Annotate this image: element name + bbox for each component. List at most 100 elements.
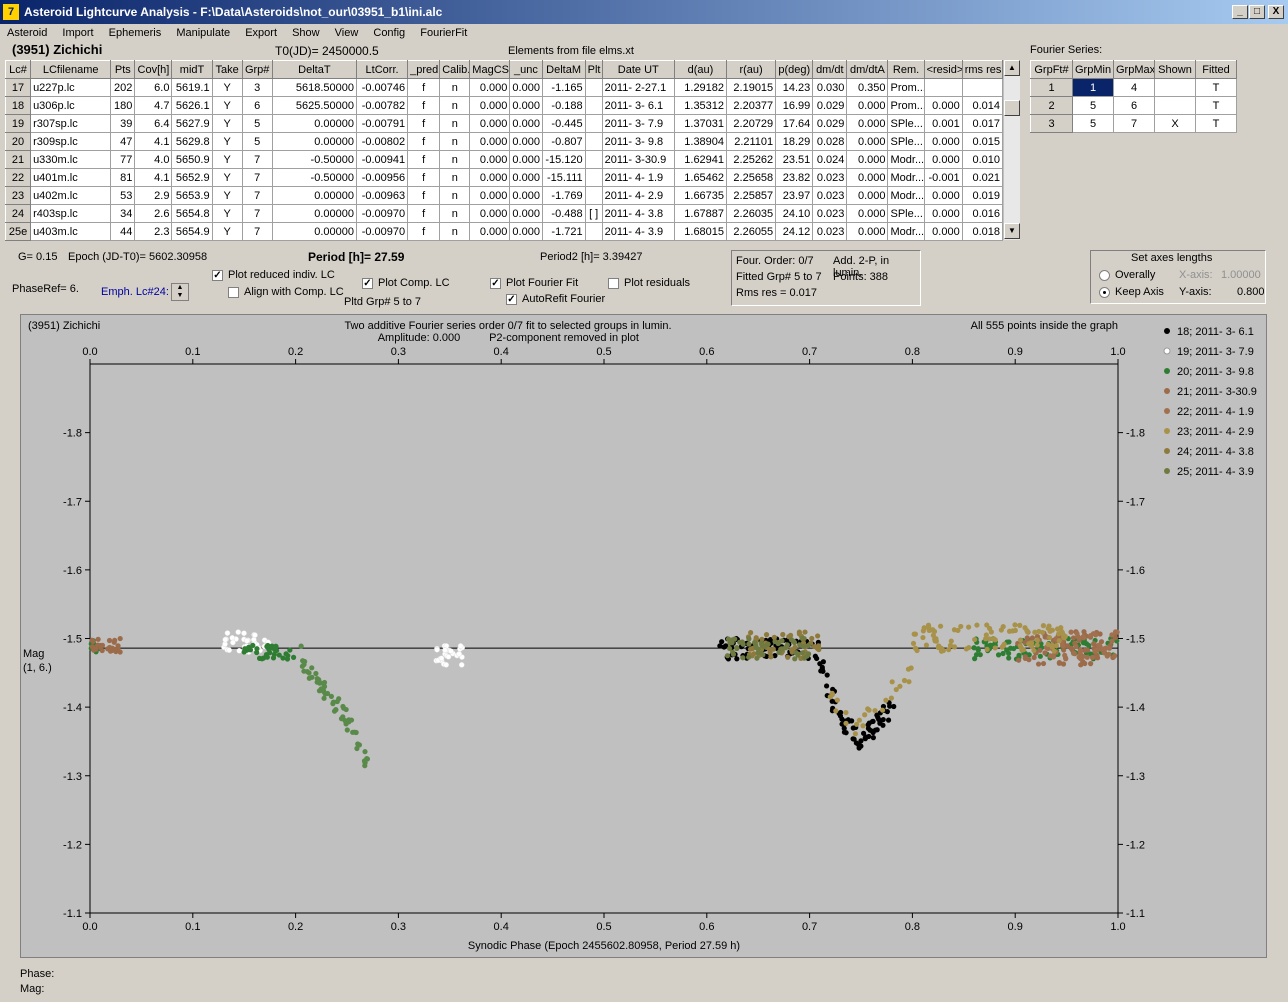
column-header[interactable]: DeltaT — [271, 60, 357, 79]
scroll-up-icon[interactable]: ▲ — [1004, 60, 1020, 76]
minimize-button[interactable]: _ — [1232, 5, 1248, 19]
keep-axis-radio[interactable]: Keep Axis — [1099, 286, 1164, 298]
column-header[interactable]: LCfilename — [30, 60, 112, 79]
column-header[interactable]: Grp# — [241, 60, 273, 79]
menu-config[interactable]: Config — [368, 24, 410, 42]
column-header[interactable]: _unc — [509, 60, 543, 79]
data-point — [901, 677, 908, 684]
plot-reduced-checkbox[interactable]: ✓ Plot reduced indiv. LC — [212, 269, 335, 281]
menu-ephemeris[interactable]: Ephemeris — [104, 24, 167, 42]
table-cell[interactable]: 25e — [4, 222, 32, 241]
fourier-cell[interactable]: 1 — [1072, 78, 1114, 97]
table-cell[interactable]: 22 — [4, 168, 32, 187]
maximize-button[interactable]: □ — [1249, 5, 1265, 19]
table-cell[interactable]: 17 — [4, 78, 32, 97]
fourier-cell[interactable]: X — [1154, 114, 1196, 133]
table-row[interactable]: 22 u401m.lc 81 4.1 5652.9 Y 7 -0.50000 -0.00956 f… — [4, 168, 1004, 187]
fourier-cell[interactable] — [1154, 78, 1196, 97]
close-button[interactable]: X — [1268, 5, 1284, 19]
autorefit-checkbox[interactable]: ✓ AutoRefit Fourier — [506, 293, 605, 305]
table-cell[interactable]: 21 — [4, 150, 32, 169]
data-point — [1010, 628, 1016, 634]
fourier-cell[interactable]: 4 — [1113, 78, 1155, 97]
table-cell: 0.017 — [961, 114, 1004, 133]
fourier-row[interactable]: 256 T — [1030, 96, 1237, 115]
table-cell: n — [439, 204, 471, 223]
column-header[interactable]: d(au) — [673, 60, 728, 79]
table-row[interactable]: 20 r309sp.lc 47 4.1 5629.8 Y 5 0.00000 -0.00802 f… — [4, 132, 1004, 151]
app-icon[interactable]: 7 — [3, 4, 19, 20]
table-row[interactable]: 23 u402m.lc 53 2.9 5653.9 Y 7 0.00000 -0.00963 f n… — [4, 186, 1004, 205]
fourier-cell[interactable]: 5 — [1072, 114, 1114, 133]
fourier-cell[interactable]: T — [1195, 78, 1237, 97]
lightcurve-plot[interactable]: (3951) Zichichi Two additive Fourier ser… — [20, 314, 1267, 958]
table-scrollbar[interactable]: ▲ ▼ — [1003, 60, 1020, 240]
table-row[interactable]: 21 u330m.lc 77 4.0 5650.9 Y 7 -0.50000 -0.00941 f… — [4, 150, 1004, 169]
fourier-cell[interactable]: T — [1195, 114, 1237, 133]
column-header[interactable]: Lc# — [4, 60, 32, 79]
table-cell: 2.25262 — [726, 150, 777, 169]
emph-spinner[interactable]: ▲ ▼ — [171, 283, 189, 301]
table-row[interactable]: 18 u306p.lc 180 4.7 5626.1 Y 6 5625.50000 -0.007… — [4, 96, 1004, 115]
fourier-row[interactable]: 114T — [1030, 78, 1237, 97]
plot-residuals-checkbox[interactable]: Plot residuals — [608, 277, 690, 289]
menu-manipulate[interactable]: Manipulate — [171, 24, 235, 42]
data-point — [790, 638, 797, 644]
column-header[interactable]: MagCS — [469, 60, 511, 79]
table-cell[interactable]: 20 — [4, 132, 32, 151]
menu-fourierfit[interactable]: FourierFit — [415, 24, 472, 42]
fourier-cell[interactable]: 7 — [1113, 114, 1155, 133]
column-header[interactable]: r(au) — [726, 60, 777, 79]
fourier-cell[interactable]: T — [1195, 96, 1237, 115]
column-header[interactable]: midT — [171, 60, 213, 79]
column-header[interactable]: rms res — [961, 60, 1004, 79]
table-row[interactable]: 19 r307sp.lc 39 6.4 5627.9 Y 5 0.00000 -0.00791 f… — [4, 114, 1004, 133]
fourier-cell[interactable]: 6 — [1113, 96, 1155, 115]
column-header[interactable]: Pts — [110, 60, 136, 79]
table-cell[interactable]: 19 — [4, 114, 32, 133]
keep-axis-label: Keep Axis — [1115, 286, 1164, 298]
table-cell[interactable]: 18 — [4, 96, 32, 115]
fourier-cell[interactable]: 2 — [1030, 96, 1073, 115]
fourier-cell[interactable]: 1 — [1030, 78, 1073, 97]
column-header[interactable]: LtCorr. — [355, 60, 409, 79]
column-header[interactable]: dm/dtA — [846, 60, 889, 79]
plot-fourier-checkbox[interactable]: ✓ Plot Fourier Fit — [490, 277, 578, 289]
column-header[interactable]: DeltaM — [541, 60, 586, 79]
menu-view[interactable]: View — [330, 24, 364, 42]
column-header[interactable]: Cov[h] — [134, 60, 173, 79]
table-cell[interactable]: 24 — [4, 204, 32, 223]
column-header[interactable]: p(deg) — [775, 60, 814, 79]
table-cell: n — [439, 186, 471, 205]
menu-show[interactable]: Show — [287, 24, 325, 42]
fourier-row[interactable]: 357XT — [1030, 114, 1237, 133]
data-point — [1016, 657, 1022, 663]
menu-asteroid[interactable]: Asteroid — [2, 24, 52, 42]
fourier-cell[interactable]: 3 — [1030, 114, 1073, 133]
table-cell[interactable]: 23 — [4, 186, 32, 205]
column-header[interactable]: Rem. — [887, 60, 925, 79]
column-header[interactable]: <resid> — [923, 60, 963, 79]
scroll-down-icon[interactable]: ▼ — [1004, 223, 1020, 239]
menu-export[interactable]: Export — [240, 24, 282, 42]
y-axis-value[interactable]: 0.800 — [1237, 286, 1265, 298]
column-header[interactable]: Calib. — [439, 60, 471, 79]
overally-radio[interactable]: Overally — [1099, 269, 1155, 281]
table-row[interactable]: 25e u403m.lc 44 2.3 5654.9 Y 7 0.00000 -0.00970 f… — [4, 222, 1004, 241]
menu-import[interactable]: Import — [57, 24, 98, 42]
column-header[interactable]: Plt — [584, 60, 603, 79]
scroll-thumb[interactable] — [1004, 100, 1020, 116]
table-cell: 34 — [110, 204, 136, 223]
table-row[interactable]: 24 r403sp.lc 34 2.6 5654.8 Y 7 0.00000 -0.00970 f… — [4, 204, 1004, 223]
align-checkbox[interactable]: Align with Comp. LC — [228, 286, 344, 298]
fourier-cell[interactable]: 5 — [1072, 96, 1114, 115]
data-point — [1017, 637, 1024, 643]
x-tick-label-top: 0.9 — [1008, 346, 1023, 358]
column-header[interactable]: Take — [211, 60, 243, 79]
fourier-cell[interactable] — [1154, 96, 1196, 115]
table-row[interactable]: 17 u227p.lc 202 6.0 5619.1 Y 3 5618.50000 -0.007… — [4, 78, 1004, 97]
column-header[interactable]: Date UT — [601, 60, 675, 79]
column-header[interactable]: dm/dt — [812, 60, 848, 79]
plot-comp-checkbox[interactable]: ✓ Plot Comp. LC — [362, 277, 450, 289]
column-header[interactable]: _pred. — [407, 60, 441, 79]
